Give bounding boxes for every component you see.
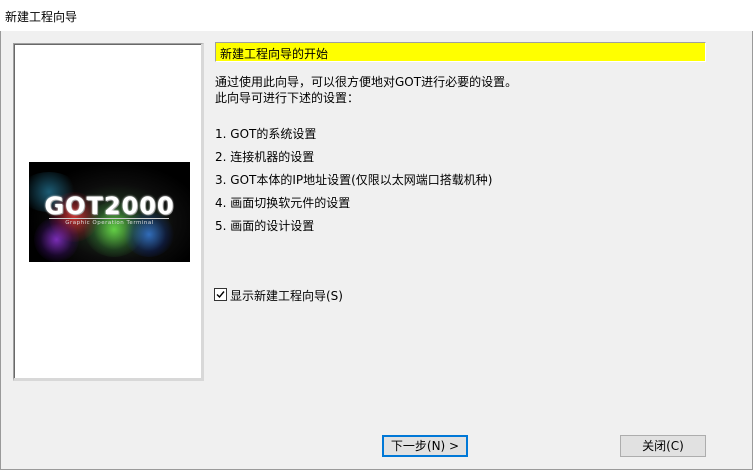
step-item: 2. 连接机器的设置 [215,150,315,164]
wizard-image-panel: GOT2000 Graphic Operation Terminal [13,43,204,381]
window-frame-left [0,0,1,470]
wizard-header-title: 新建工程向导的开始 [220,47,329,61]
show-wizard-label[interactable]: 显示新建工程向导(S) [230,287,343,304]
window-title: 新建工程向导 [5,10,78,24]
next-button[interactable]: 下一步(N) > [382,435,468,457]
intro-line-2: 此向导可进行下述的设置： [215,91,360,105]
got2000-logo-image: GOT2000 Graphic Operation Terminal [29,162,190,262]
logo-brand-text: GOT2000 [44,192,175,220]
logo-tagline: Graphic Operation Terminal [65,220,154,226]
step-item: 5. 画面的设计设置 [215,219,315,233]
close-button[interactable]: 关闭(C) [620,435,706,457]
checkmark-icon [216,291,225,299]
title-bar[interactable]: 新建工程向导 [0,0,753,31]
step-item: 3. GOT本体的IP地址设置(仅限以太网端口搭载机种) [215,173,493,187]
wizard-header: 新建工程向导的开始 [215,42,706,62]
intro-line-1: 通过使用此向导，可以很方便地对GOT进行必要的设置。 [215,75,518,89]
step-item: 4. 画面切换软元件的设置 [215,196,351,210]
show-wizard-checkbox[interactable] [214,288,227,301]
step-item: 1. GOT的系统设置 [215,127,317,141]
logo-rule [49,218,169,219]
